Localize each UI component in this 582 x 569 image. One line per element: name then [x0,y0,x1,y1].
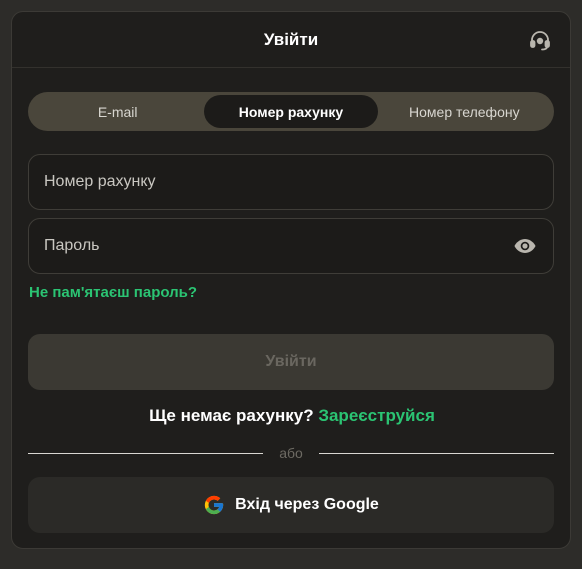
tab-email[interactable]: E-mail [31,95,204,128]
divider-line-left [28,452,264,454]
login-submit-button[interactable]: Увійти [28,334,554,390]
password-input[interactable] [44,237,512,255]
register-link[interactable]: Зареєструйся [318,406,435,425]
eye-icon [514,239,536,253]
forgot-password-link[interactable]: Не пам'ятаєш пароль? [29,284,197,301]
divider-label: або [279,445,303,461]
or-divider: або [28,442,554,464]
account-number-input[interactable] [44,173,538,191]
tab-account-number[interactable]: Номер рахунку [204,95,378,128]
divider-line-right [318,452,554,454]
password-field [28,218,554,274]
google-icon [205,495,224,515]
register-prompt: Ще немає рахунку? Зареєструйся [12,406,570,426]
password-visibility-toggle[interactable] [512,233,538,259]
headset-icon [530,31,550,51]
login-modal: Увійти E-mail Номер рахунку Номер телефо… [11,11,571,549]
register-question: Ще немає рахунку? [149,406,314,425]
modal-title: Увійти [263,29,319,49]
tab-phone-number[interactable]: Номер телефону [378,95,551,128]
modal-header: Увійти [12,12,570,68]
google-login-button[interactable]: Вхід через Google [28,477,554,533]
login-method-tabs: E-mail Номер рахунку Номер телефону [28,92,554,131]
support-button[interactable] [526,26,554,54]
google-login-label: Вхід через Google [235,496,379,513]
account-number-field [28,154,554,210]
